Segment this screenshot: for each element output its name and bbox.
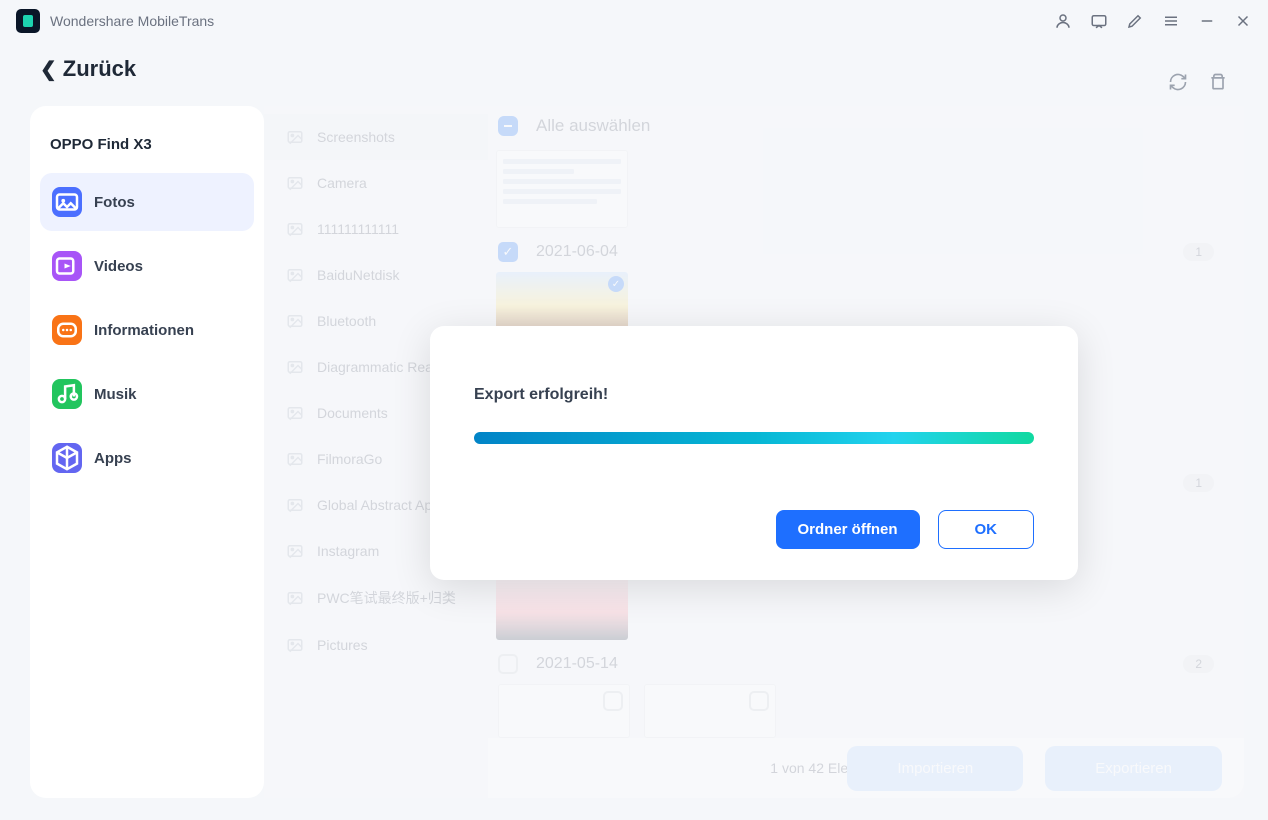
date-group-row: ✓ 2021-06-04 1 — [488, 228, 1224, 272]
sidebar-item-label: Apps — [94, 450, 132, 467]
ok-button[interactable]: OK — [938, 510, 1035, 549]
apps-icon — [52, 443, 82, 473]
minimize-icon[interactable] — [1198, 12, 1216, 30]
chevron-left-icon: ❮ — [40, 57, 57, 82]
export-success-dialog: Export erfolgreih! Ordner öffnen OK — [430, 326, 1078, 580]
image-icon — [284, 450, 306, 468]
titlebar: Wondershare MobileTrans — [0, 0, 1268, 42]
image-icon — [284, 266, 306, 284]
image-icon — [284, 312, 306, 330]
folder-item[interactable]: Screenshots — [264, 114, 488, 160]
folder-item[interactable]: PWC笔试最终版+归类 — [264, 574, 488, 622]
thumbnail[interactable] — [644, 684, 776, 738]
feedback-icon[interactable] — [1090, 12, 1108, 30]
sidebar-item-label: Musik — [94, 386, 137, 403]
date-checkbox[interactable]: ✓ — [498, 242, 518, 262]
edit-icon[interactable] — [1126, 12, 1144, 30]
image-icon — [284, 636, 306, 654]
user-icon[interactable] — [1054, 12, 1072, 30]
date-checkbox[interactable] — [498, 654, 518, 674]
image-icon — [284, 542, 306, 560]
sidebar-item-photos[interactable]: Fotos — [40, 173, 254, 231]
titlebar-left: Wondershare MobileTrans — [16, 9, 214, 33]
folder-label: Documents — [317, 405, 388, 421]
category-sidebar: OPPO Find X3 Fotos Videos Informationen … — [30, 106, 264, 798]
thumbnail[interactable] — [496, 150, 628, 228]
folder-label: PWC笔试最终版+归类 — [317, 588, 456, 608]
information-icon — [52, 315, 82, 345]
folder-label: 111111111111 — [317, 221, 399, 237]
videos-icon — [52, 251, 82, 281]
close-icon[interactable] — [1234, 12, 1252, 30]
dialog-title: Export erfolgreih! — [474, 386, 1034, 404]
image-icon — [284, 174, 306, 192]
export-button[interactable]: Exportieren — [1045, 746, 1222, 791]
sidebar-item-label: Fotos — [94, 194, 135, 211]
folder-label: FilmoraGo — [317, 451, 382, 467]
back-button[interactable]: ❮ Zurück — [40, 56, 136, 82]
import-button[interactable]: Importieren — [847, 746, 1023, 791]
menu-icon[interactable] — [1162, 12, 1180, 30]
refresh-icon[interactable] — [1168, 72, 1188, 92]
folder-item[interactable]: 111111111111 — [264, 206, 488, 252]
date-group-row: 2021-05-14 2 — [488, 640, 1224, 684]
folder-item[interactable]: BaiduNetdisk — [264, 252, 488, 298]
select-all-label: Alle auswählen — [536, 116, 650, 136]
sidebar-item-music[interactable]: Musik — [40, 365, 254, 423]
sidebar-item-apps[interactable]: Apps — [40, 429, 254, 487]
progress-bar — [474, 432, 1034, 444]
folder-label: Instagram — [317, 543, 379, 559]
folder-label: Pictures — [317, 637, 368, 653]
count-badge: 1 — [1183, 243, 1214, 261]
date-label: 2021-06-04 — [536, 243, 618, 261]
delete-icon[interactable] — [1208, 72, 1228, 92]
count-badge: 2 — [1183, 655, 1214, 673]
folder-item[interactable]: Pictures — [264, 622, 488, 668]
thumbnail-row — [488, 684, 1224, 738]
date-label: 2021-05-14 — [536, 655, 618, 673]
open-folder-button[interactable]: Ordner öffnen — [776, 510, 920, 549]
bottom-bar: 1 von 42 Element(e),505.35KB Importieren… — [488, 738, 1244, 798]
image-icon — [284, 128, 306, 146]
app-logo — [16, 9, 40, 33]
image-icon — [284, 404, 306, 422]
titlebar-right — [1054, 12, 1252, 30]
image-icon — [284, 589, 306, 607]
select-all-row: Alle auswählen — [488, 106, 1224, 150]
thumbnail-checkbox[interactable] — [603, 691, 623, 711]
folder-label: Camera — [317, 175, 367, 191]
music-icon — [52, 379, 82, 409]
back-label: Zurück — [63, 56, 136, 82]
image-icon — [284, 358, 306, 376]
dialog-actions: Ordner öffnen OK — [474, 510, 1034, 549]
thumbnail[interactable] — [498, 684, 630, 738]
toolbar-right — [1168, 72, 1228, 92]
app-title: Wondershare MobileTrans — [50, 13, 214, 29]
back-header: ❮ Zurück — [0, 42, 1268, 96]
folder-label: Bluetooth — [317, 313, 376, 329]
sidebar-item-label: Videos — [94, 258, 143, 275]
sidebar-item-label: Informationen — [94, 322, 194, 339]
device-name: OPPO Find X3 — [40, 126, 254, 167]
select-all-checkbox[interactable] — [498, 116, 518, 136]
thumbnail[interactable] — [496, 572, 628, 640]
sidebar-item-videos[interactable]: Videos — [40, 237, 254, 295]
count-badge: 1 — [1183, 474, 1214, 492]
photos-icon — [52, 187, 82, 217]
check-icon: ✓ — [608, 276, 624, 292]
image-icon — [284, 496, 306, 514]
sidebar-item-information[interactable]: Informationen — [40, 301, 254, 359]
thumbnail-checkbox[interactable] — [749, 691, 769, 711]
folder-label: Screenshots — [317, 129, 395, 145]
folder-label: BaiduNetdisk — [317, 267, 400, 283]
folder-item[interactable]: Camera — [264, 160, 488, 206]
image-icon — [284, 220, 306, 238]
